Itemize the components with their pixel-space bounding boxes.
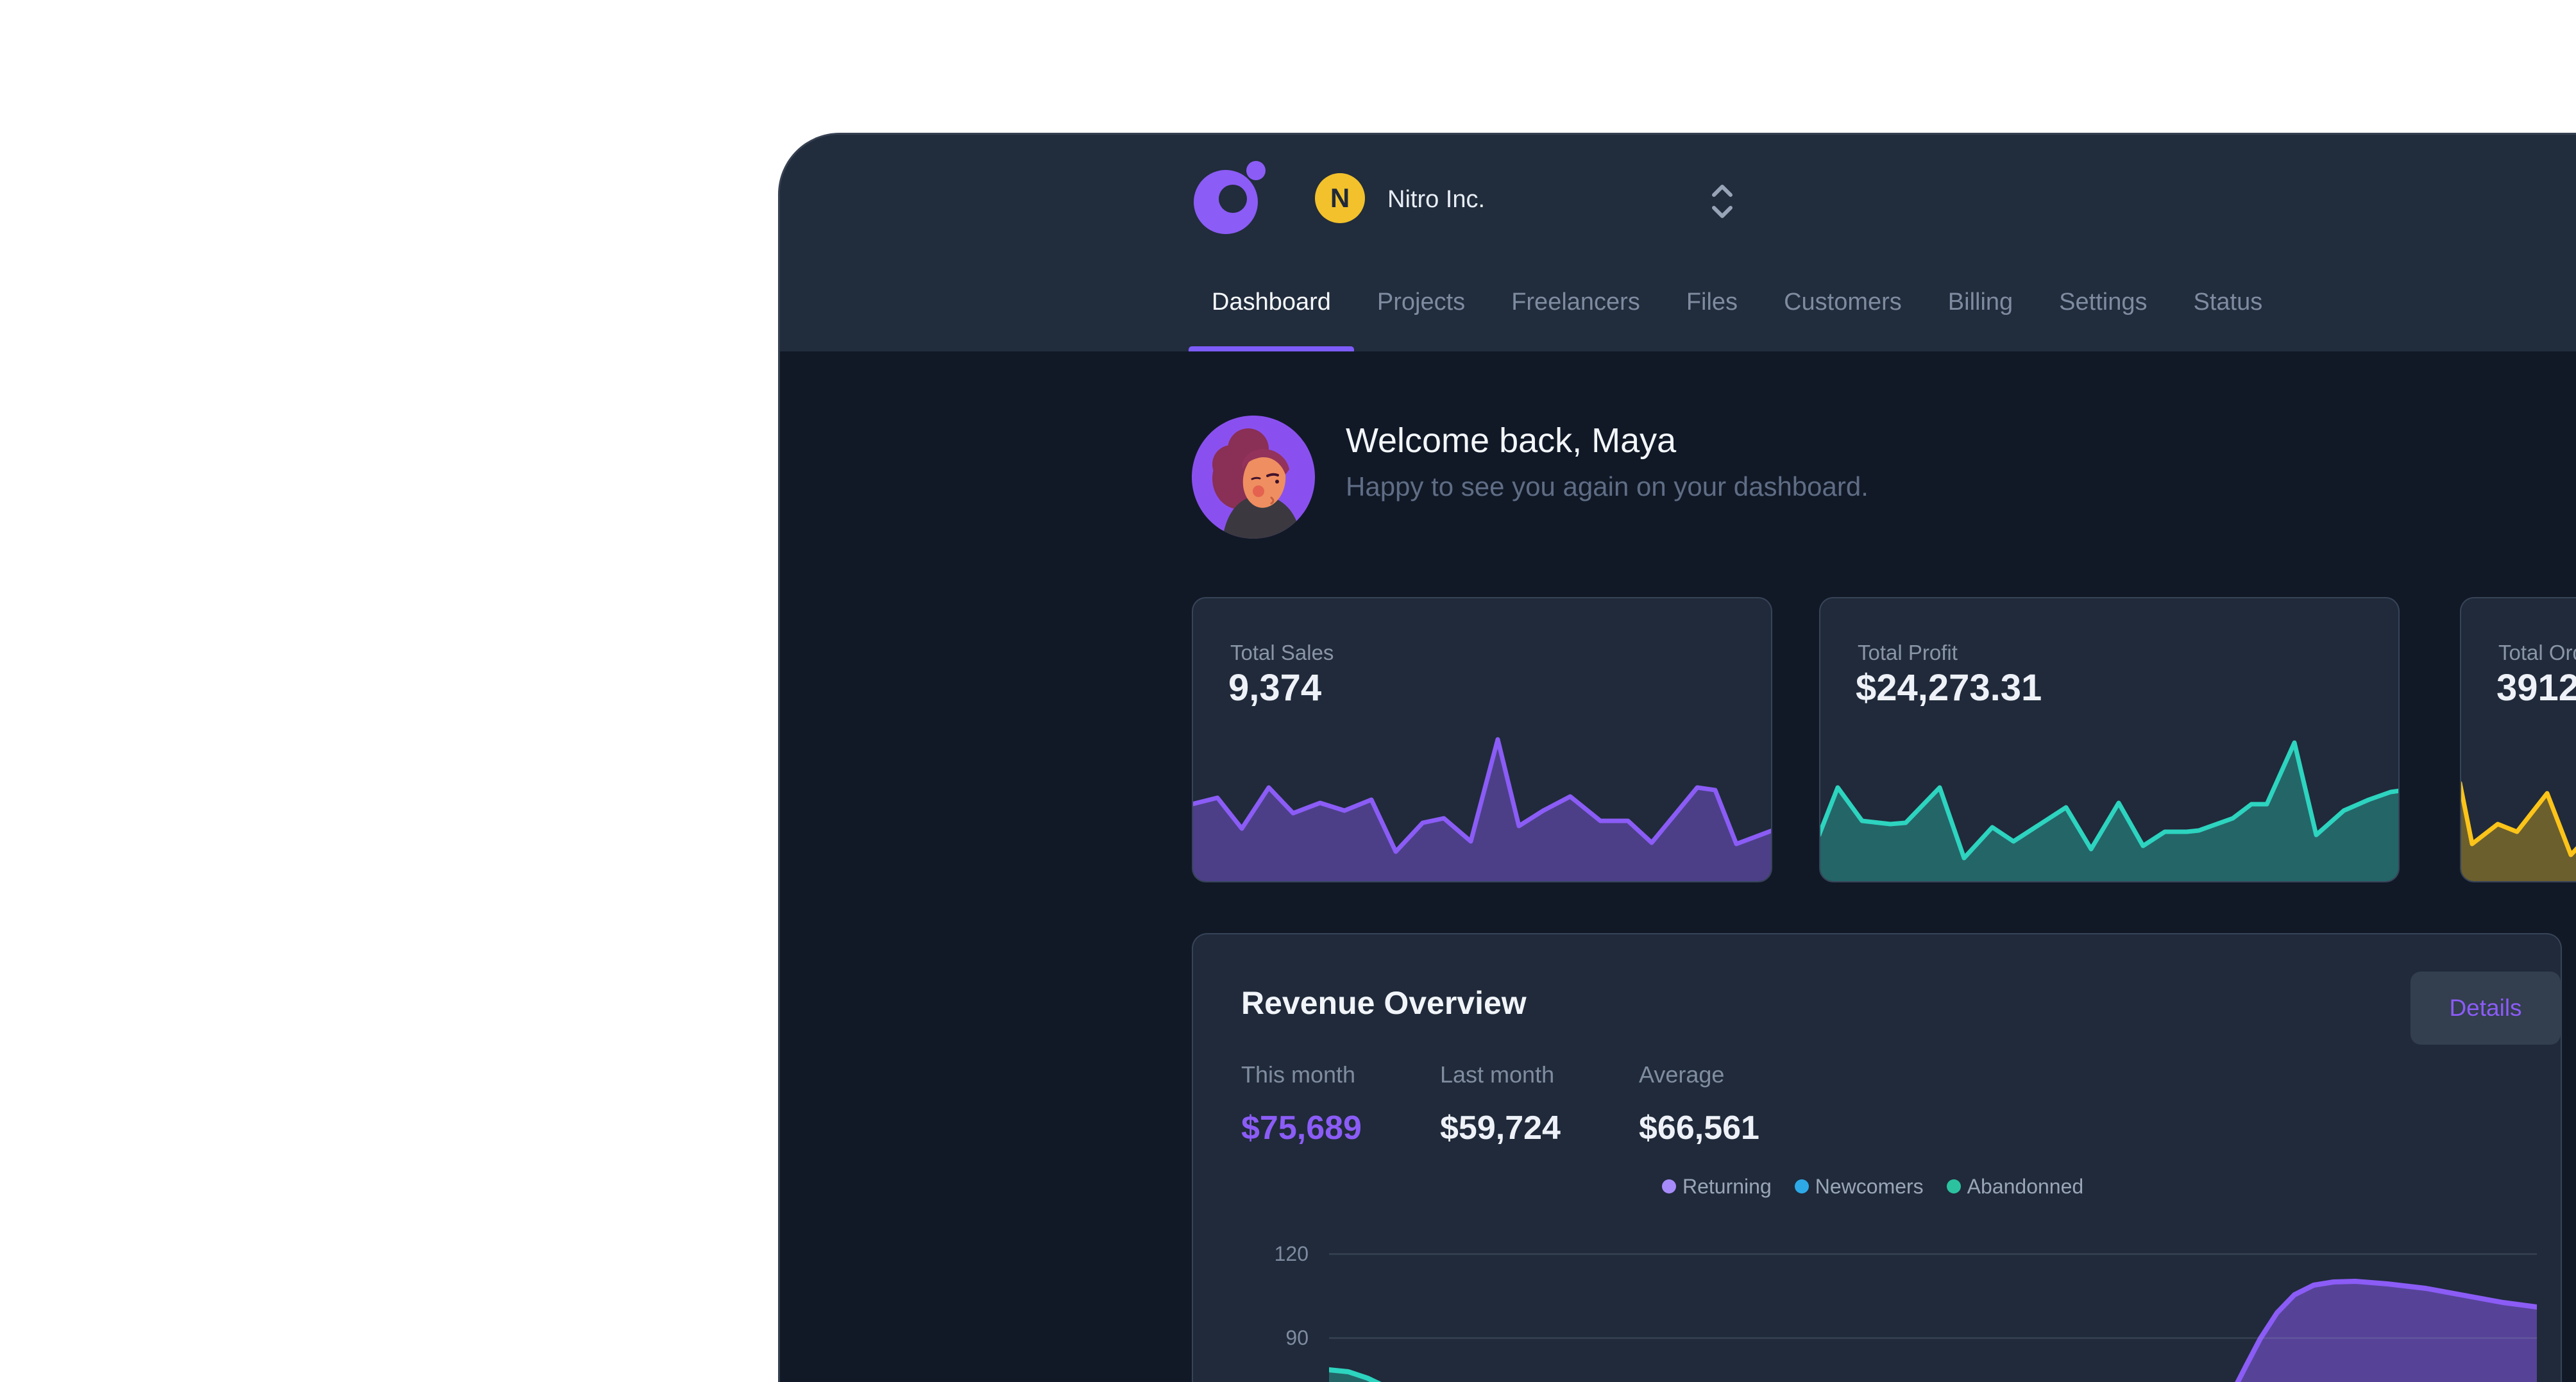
company-name[interactable]: Nitro Inc. bbox=[1387, 186, 1485, 214]
nav-item-status[interactable]: Status bbox=[2170, 280, 2285, 351]
legend-item-abandonned[interactable]: Abandonned bbox=[1947, 1173, 2084, 1200]
stat-card-value: $24,273.31 bbox=[1856, 666, 2042, 709]
revenue-stat-label: Average bbox=[1639, 1061, 1759, 1088]
company-initial: N bbox=[1330, 183, 1350, 214]
legend-label: Newcomers bbox=[1815, 1173, 1924, 1200]
nav-item-files[interactable]: Files bbox=[1663, 280, 1761, 351]
details-button[interactable]: Details bbox=[2411, 972, 2561, 1045]
nav-item-billing[interactable]: Billing bbox=[1925, 280, 2036, 351]
details-button-label: Details bbox=[2449, 995, 2521, 1022]
company-badge[interactable]: N bbox=[1315, 173, 1365, 223]
user-avatar bbox=[1192, 416, 1315, 539]
y-axis-tick-90: 90 bbox=[1241, 1326, 1309, 1349]
revenue-overview-card: Revenue Overview Details This month $75,… bbox=[1192, 933, 2562, 1382]
stat-card-value: 3912 bbox=[2496, 666, 2576, 709]
gridline-90 bbox=[1329, 1337, 2537, 1339]
legend-item-newcomers[interactable]: Newcomers bbox=[1795, 1173, 1924, 1200]
total-orders-sparkline bbox=[2460, 729, 2576, 882]
legend-item-returning[interactable]: Returning bbox=[1662, 1173, 1772, 1200]
revenue-overview-title: Revenue Overview bbox=[1241, 984, 1527, 1022]
nav-item-settings[interactable]: Settings bbox=[2036, 280, 2170, 351]
legend-label: Abandonned bbox=[1967, 1173, 2084, 1200]
nav-item-freelancers[interactable]: Freelancers bbox=[1488, 280, 1663, 351]
stat-card-value: 9,374 bbox=[1228, 666, 1321, 709]
legend-dot-abandonned bbox=[1947, 1179, 1961, 1193]
stat-card-label: Total Profit bbox=[1858, 641, 1958, 665]
stat-card-label: Total Orders bbox=[2498, 641, 2576, 665]
nav-item-projects[interactable]: Projects bbox=[1354, 280, 1488, 351]
stat-card-total-orders: Total Orders 3912 bbox=[2460, 597, 2576, 882]
revenue-stat-label: This month bbox=[1241, 1061, 1362, 1088]
welcome-title: Welcome back, Maya bbox=[1346, 421, 1676, 460]
revenue-stat-this-month: This month $75,689 bbox=[1241, 1061, 1362, 1147]
welcome-subtitle: Happy to see you again on your dashboard… bbox=[1346, 471, 1868, 503]
nitro-logo-icon[interactable] bbox=[1192, 160, 1267, 236]
total-sales-sparkline bbox=[1192, 729, 1772, 882]
legend-dot-returning bbox=[1662, 1179, 1676, 1193]
legend-dot-newcomers bbox=[1795, 1179, 1809, 1193]
revenue-stat-value: $66,561 bbox=[1639, 1109, 1759, 1147]
chart-legend: Returning Newcomers Abandonned bbox=[1662, 1173, 2083, 1200]
dashboard-window: N Nitro Inc. Dashboard Projects Freelanc… bbox=[778, 133, 2576, 1382]
gridline-120 bbox=[1329, 1253, 2537, 1255]
legend-label: Returning bbox=[1682, 1173, 1772, 1200]
nav-item-dashboard[interactable]: Dashboard bbox=[1189, 280, 1354, 351]
revenue-stat-last-month: Last month $59,724 bbox=[1440, 1061, 1561, 1147]
app-header: N Nitro Inc. Dashboard Projects Freelanc… bbox=[780, 135, 2576, 351]
revenue-stat-average: Average $66,561 bbox=[1639, 1061, 1759, 1147]
revenue-stat-value: $59,724 bbox=[1440, 1109, 1561, 1147]
main-nav: Dashboard Projects Freelancers Files Cus… bbox=[1189, 280, 2285, 351]
stat-card-label: Total Sales bbox=[1230, 641, 1334, 665]
stat-card-total-profit: Total Profit $24,273.31 bbox=[1819, 597, 2400, 882]
total-profit-sparkline bbox=[1819, 729, 2400, 882]
revenue-stat-value: $75,689 bbox=[1241, 1109, 1362, 1147]
company-switcher-chevron-icon[interactable] bbox=[1707, 182, 1737, 221]
stat-card-total-sales: Total Sales 9,374 bbox=[1192, 597, 1772, 882]
revenue-stat-label: Last month bbox=[1440, 1061, 1561, 1088]
revenue-area-chart bbox=[1329, 1217, 2537, 1382]
y-axis-tick-120: 120 bbox=[1241, 1242, 1309, 1265]
nav-item-customers[interactable]: Customers bbox=[1761, 280, 1925, 351]
